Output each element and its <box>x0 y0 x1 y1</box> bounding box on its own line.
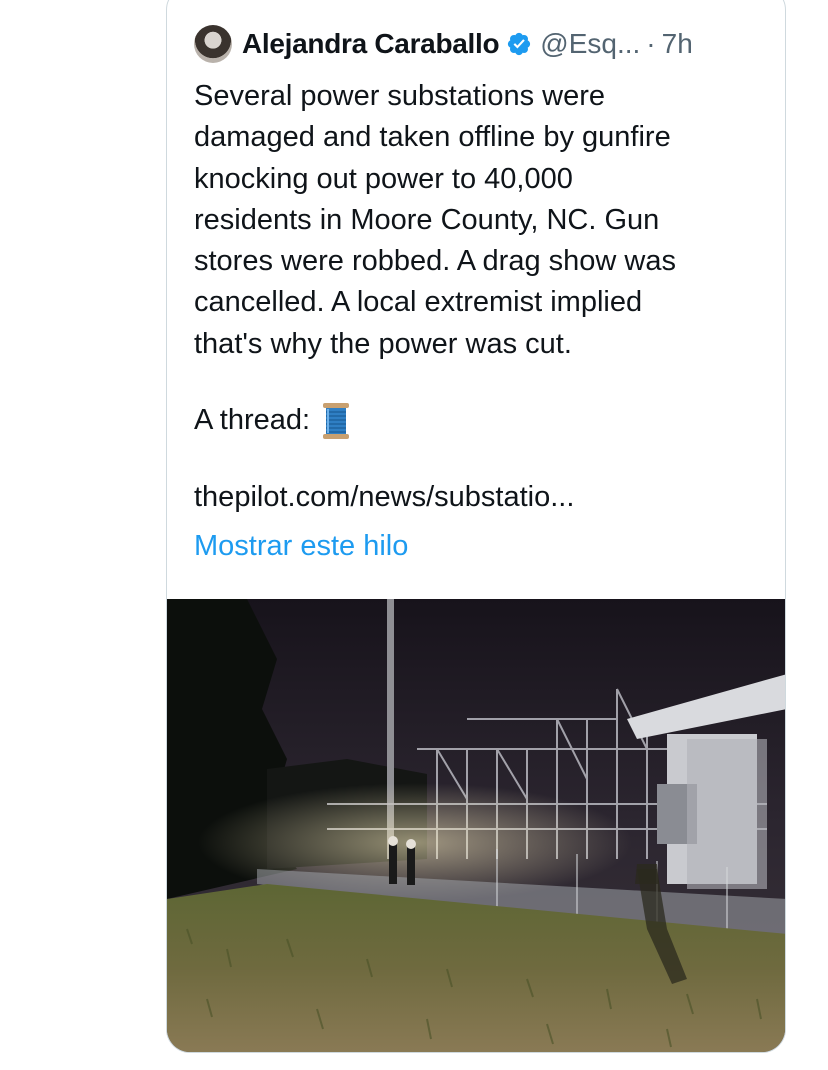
tweet-text-line: that's why the power was cut. <box>194 327 572 360</box>
tweet-header: Alejandra Caraballo @Esq... · 7h <box>194 24 693 64</box>
tweet-text: Several power substations were damaged a… <box>194 76 764 365</box>
tweet-text-line: stores were robbed. A drag show was <box>194 245 676 278</box>
show-thread-link[interactable]: Mostrar este hilo <box>194 526 408 567</box>
thread-label: A thread: <box>194 404 311 436</box>
spool-of-thread-icon <box>323 402 350 439</box>
tweet-photo[interactable] <box>167 599 786 1053</box>
separator-dot: · <box>646 28 656 59</box>
thread-intro: A thread: <box>194 400 350 441</box>
author-handle[interactable]: @Esq... <box>540 28 640 60</box>
tweet-text-line: residents in Moore County, NC. Gun <box>194 203 660 236</box>
tweet-text-line: knocking out power to 40,000 <box>194 162 573 195</box>
tweet-text-line: Several power substations were <box>194 80 606 112</box>
avatar[interactable] <box>194 25 232 63</box>
tweet-text-line: damaged and taken offline by gunfire <box>194 121 671 154</box>
tweet-timestamp[interactable]: 7h <box>662 28 693 60</box>
article-link[interactable]: thepilot.com/news/substatio... <box>194 477 574 518</box>
tweet-card[interactable]: Alejandra Caraballo @Esq... · 7h Several… <box>166 0 786 1053</box>
verified-badge-icon <box>508 32 531 56</box>
tweet-text-line: cancelled. A local extremist implied <box>194 286 643 319</box>
author-name[interactable]: Alejandra Caraballo <box>242 28 500 60</box>
